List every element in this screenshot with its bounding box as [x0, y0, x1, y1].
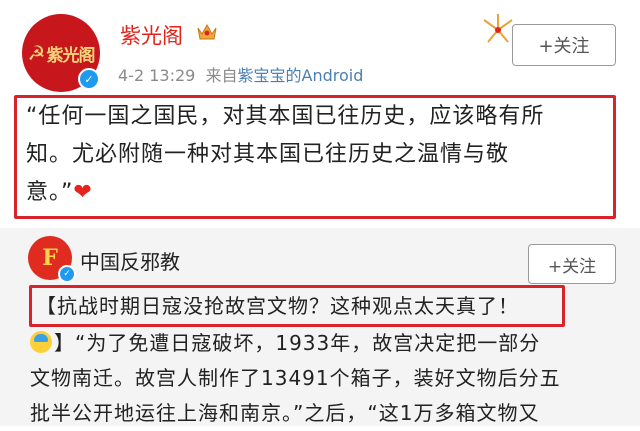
post-1: ☭ 紫光阁 ✓ 紫光阁 4-2 13:29 来自紫宝宝的Android +关注 …	[0, 0, 640, 228]
reposted-author-avatar[interactable]: F ✓	[28, 236, 76, 283]
follow-button-2[interactable]: +关注	[528, 244, 616, 284]
body-line: 文物南迁。故宫人制作了13491个箱子，装好文物后分五	[30, 366, 561, 390]
weibo-screenshot: ☭ 紫光阁 ✓ 紫光阁 4-2 13:29 来自紫宝宝的Android +关注 …	[0, 0, 640, 426]
post-timestamp: 4-2 13:29	[118, 66, 196, 85]
author-name[interactable]: 紫光阁	[120, 20, 183, 50]
post-text: “任何一国之国民，对其本国已往历史，应该略有所 知。尤必附随一种对其本国已往历史…	[26, 98, 598, 212]
hammer-sickle-icon: ☭	[27, 41, 46, 65]
flame-logo-icon: F	[42, 245, 58, 271]
post-text-line: “任何一国之国民，对其本国已往历史，应该略有所	[26, 104, 545, 129]
source-prefix: 来自	[205, 66, 238, 85]
vip-crown-icon	[197, 23, 217, 40]
source-app-link[interactable]: 紫宝宝的Android	[238, 66, 364, 85]
verified-icon: ✓	[58, 265, 76, 283]
verified-icon: ✓	[78, 68, 100, 90]
post-text-line: 知。尤必附随一种对其本国已往历史之温情与敬	[26, 142, 510, 167]
follow-button[interactable]: +关注	[512, 24, 616, 66]
emoji-icon	[30, 331, 52, 353]
reposted-body: 】“为了免遭日寇破坏，1933年，故宫决定把一部分 文物南迁。故宫人制作了134…	[30, 326, 620, 431]
reposted-headline: 【抗战时期日寇没抢故宫文物？这种观点太天真了！	[36, 294, 519, 318]
body-line: 】“为了免遭日寇破坏，1933年，故宫决定把一部分	[30, 326, 620, 361]
avatar-logo-text: 紫光阁	[46, 45, 95, 66]
reposted-post: F ✓ 中国反邪教 +关注 【抗战时期日寇没抢故宫文物？这种观点太天真了！ 】“…	[0, 228, 640, 426]
reposted-author-name[interactable]: 中国反邪教	[80, 246, 180, 275]
heart-icon: ❤	[73, 180, 93, 205]
post-meta: 4-2 13:29 来自紫宝宝的Android	[118, 62, 363, 86]
author-avatar[interactable]: ☭ 紫光阁 ✓	[22, 14, 100, 92]
post-text-line: 意。”❤	[26, 180, 93, 205]
